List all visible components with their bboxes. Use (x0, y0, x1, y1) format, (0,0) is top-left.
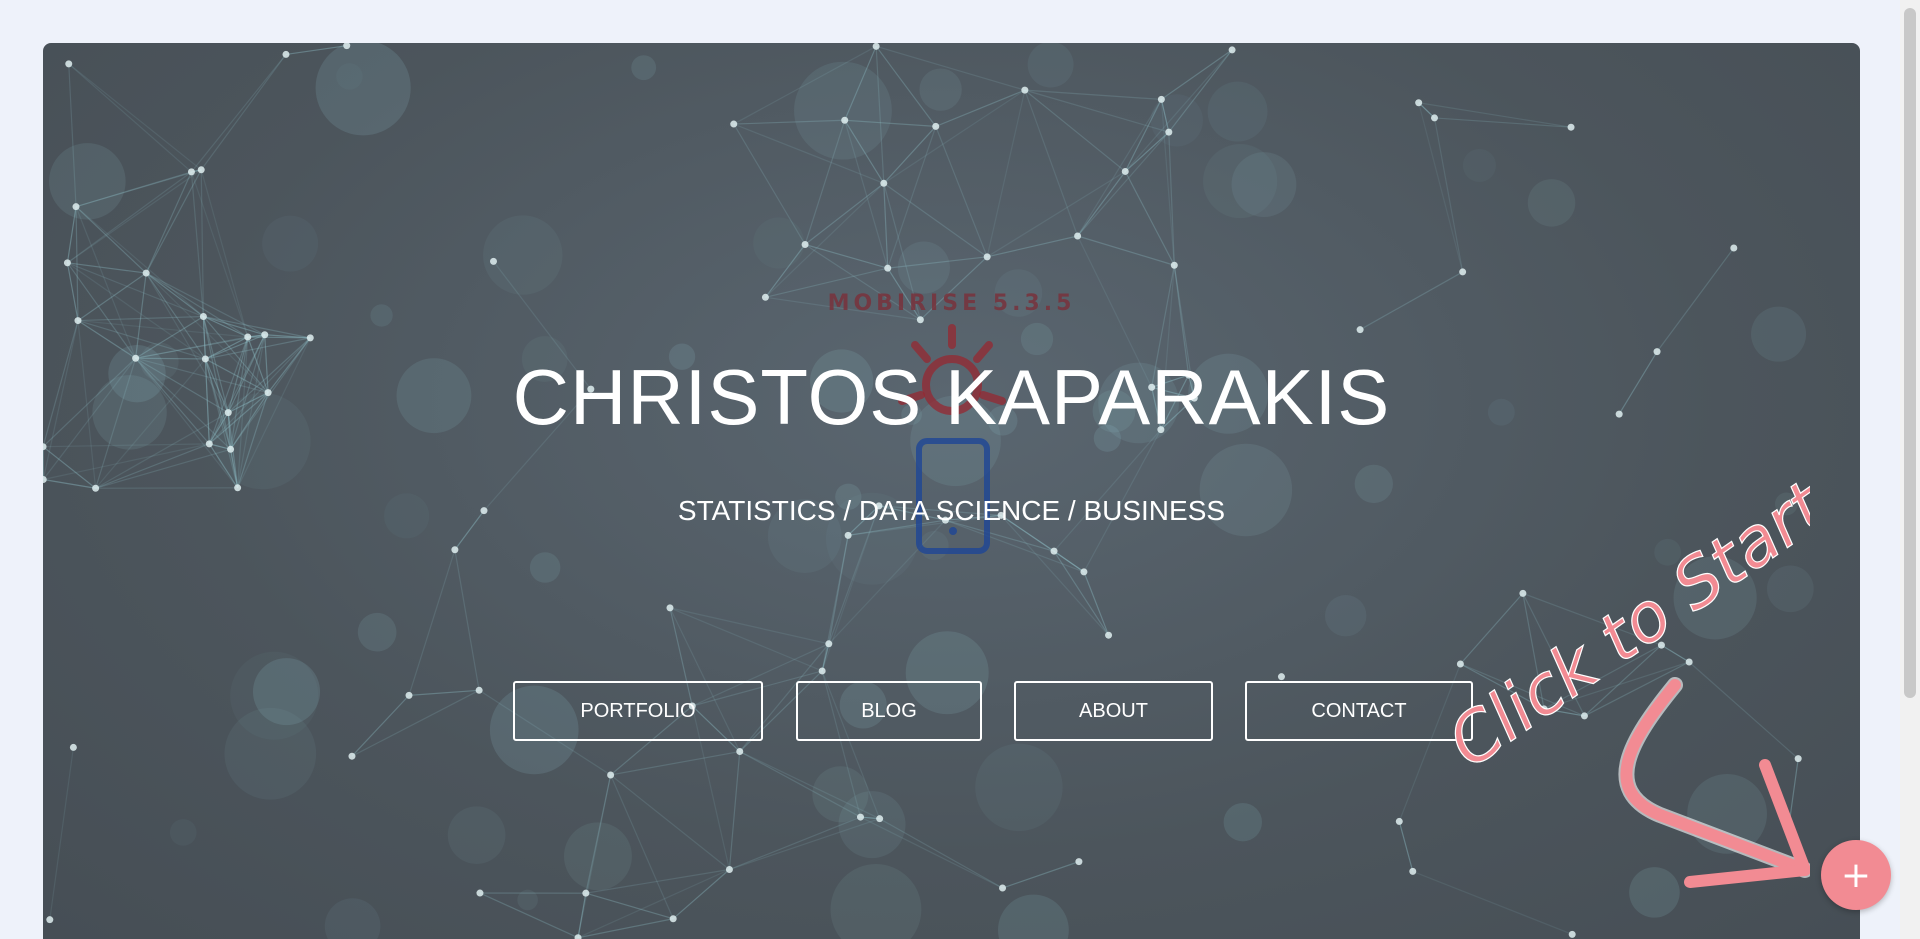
portfolio-button[interactable]: PORTFOLIO (513, 681, 763, 741)
click-to-start-text: Click to Start (1440, 470, 1810, 784)
about-button[interactable]: ABOUT (1014, 681, 1213, 741)
blog-button[interactable]: BLOG (796, 681, 982, 741)
badge-text: MOBIRISE 5.3.5 (827, 291, 1076, 316)
page-title: CHRISTOS KAPARAKIS (512, 353, 1391, 441)
add-block-button[interactable]: + (1821, 840, 1891, 910)
contact-button[interactable]: CONTACT (1245, 681, 1473, 741)
scrollbar-thumb[interactable] (1904, 8, 1916, 698)
curved-arrow-icon (1618, 677, 1810, 888)
click-to-start-hint: Click to Start (1440, 470, 1810, 888)
page-scrollbar[interactable] (1900, 0, 1920, 939)
plus-icon: + (1840, 854, 1872, 896)
